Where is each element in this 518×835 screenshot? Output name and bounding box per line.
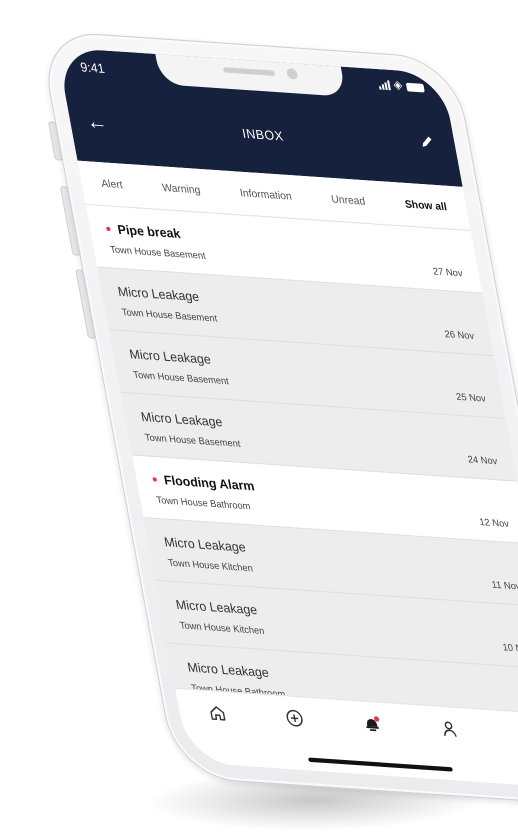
home-icon: [207, 702, 230, 728]
filter-tab-show-all[interactable]: Show all: [401, 194, 451, 218]
add-circle-icon: [284, 707, 307, 733]
filter-tab-warning[interactable]: Warning: [158, 177, 204, 200]
message-date: 26 Nov: [443, 328, 475, 342]
tab-add-circle[interactable]: [276, 706, 314, 734]
phone-mockup: 9:41 ◈ ← INBOX Alert Warning Information…: [38, 30, 518, 806]
tab-alarm-bell[interactable]: [353, 712, 391, 740]
message-title-text: Micro Leakage: [116, 283, 201, 305]
battery-icon: [405, 82, 425, 93]
message-date: 25 Nov: [455, 391, 487, 404]
message-title-text: Micro Leakage: [186, 659, 271, 681]
unread-dot-icon: [152, 477, 158, 482]
page-title: INBOX: [240, 125, 285, 144]
message-date: 10 Nov: [501, 641, 518, 655]
message-title-text: Pipe break: [116, 221, 182, 242]
message-date: 12 Nov: [478, 516, 510, 530]
alarm-bell-icon: [361, 713, 384, 739]
user-icon: [438, 718, 461, 744]
signal-icon: [377, 80, 391, 91]
earpiece-speaker: [222, 67, 276, 76]
app-screen: 9:41 ◈ ← INBOX Alert Warning Information…: [56, 47, 518, 789]
phone-notch: [154, 51, 347, 97]
status-icons: ◈: [377, 78, 425, 93]
unread-dot-icon: [105, 226, 111, 232]
tab-user[interactable]: [430, 717, 468, 745]
tab-bar-items: [177, 700, 518, 752]
home-indicator[interactable]: [307, 757, 453, 772]
stage: 9:41 ◈ ← INBOX Alert Warning Information…: [0, 0, 518, 835]
tab-home[interactable]: [199, 701, 237, 729]
message-date: 11 Nov: [490, 579, 518, 592]
message-date: 27 Nov: [432, 265, 464, 279]
message-title-text: Micro Leakage: [128, 346, 213, 368]
phone-frame: 9:41 ◈ ← INBOX Alert Warning Information…: [38, 30, 518, 806]
message-title-text: Micro Leakage: [162, 534, 247, 556]
message-title-text: Flooding Alarm: [162, 472, 256, 494]
filter-tab-unread[interactable]: Unread: [327, 189, 369, 212]
filter-tab-alert[interactable]: Alert: [97, 173, 126, 195]
message-title-text: Micro Leakage: [174, 597, 259, 618]
tab-settings-gear[interactable]: [507, 722, 518, 750]
message-title-text: Micro Leakage: [139, 409, 224, 430]
status-time: 9:41: [79, 59, 106, 77]
edit-pencil-icon[interactable]: [418, 134, 436, 156]
front-camera: [286, 68, 299, 80]
filter-tab-information[interactable]: Information: [236, 183, 295, 207]
message-date: 24 Nov: [466, 453, 499, 467]
wifi-icon: ◈: [392, 78, 404, 93]
